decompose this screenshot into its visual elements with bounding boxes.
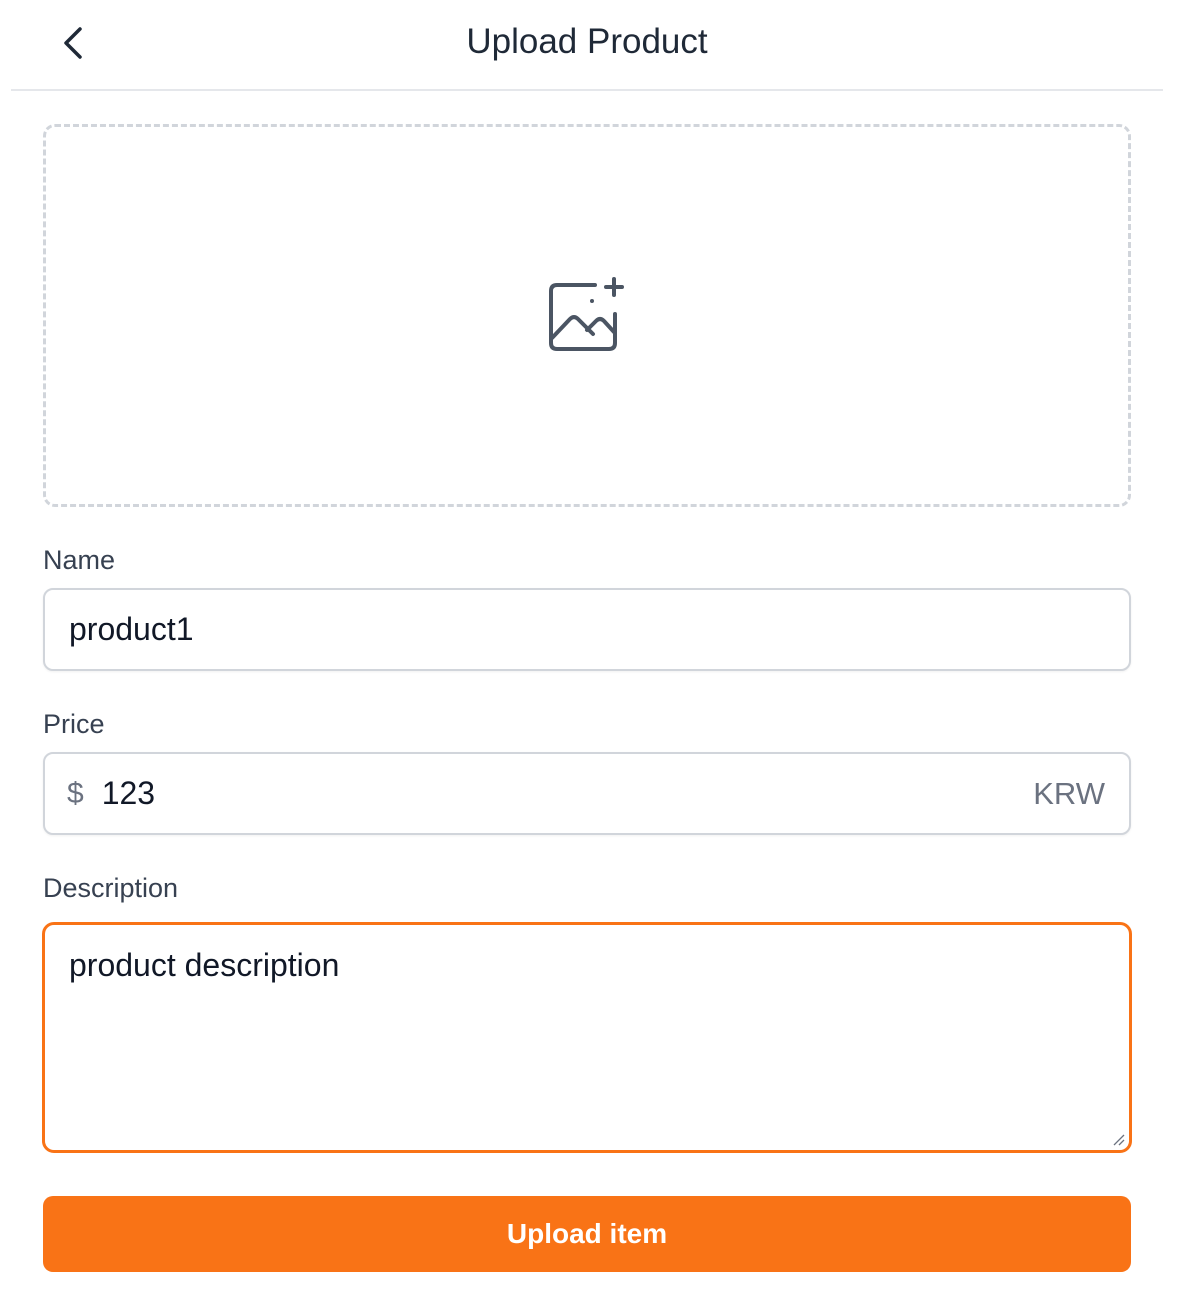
description-label: Description (43, 873, 179, 903)
description-field-container: product description (42, 922, 1132, 1153)
price-unit: KRW (1033, 775, 1105, 811)
description-textarea[interactable]: product description (45, 925, 1129, 1150)
resize-handle-icon[interactable] (1111, 1132, 1125, 1146)
top-bar: Upload Product (11, 0, 1163, 91)
upload-item-button[interactable]: Upload item (43, 1196, 1131, 1272)
price-input[interactable] (101, 754, 1034, 833)
price-label: Price (43, 709, 105, 739)
image-add-icon (549, 276, 624, 351)
page-title: Upload Product (466, 22, 708, 61)
image-upload-dropzone[interactable] (43, 124, 1131, 507)
currency-symbol: $ (67, 776, 84, 810)
name-input[interactable] (69, 590, 1129, 669)
name-label: Name (43, 545, 116, 575)
name-field-container (43, 588, 1131, 671)
price-field-container: $ KRW (43, 752, 1131, 835)
